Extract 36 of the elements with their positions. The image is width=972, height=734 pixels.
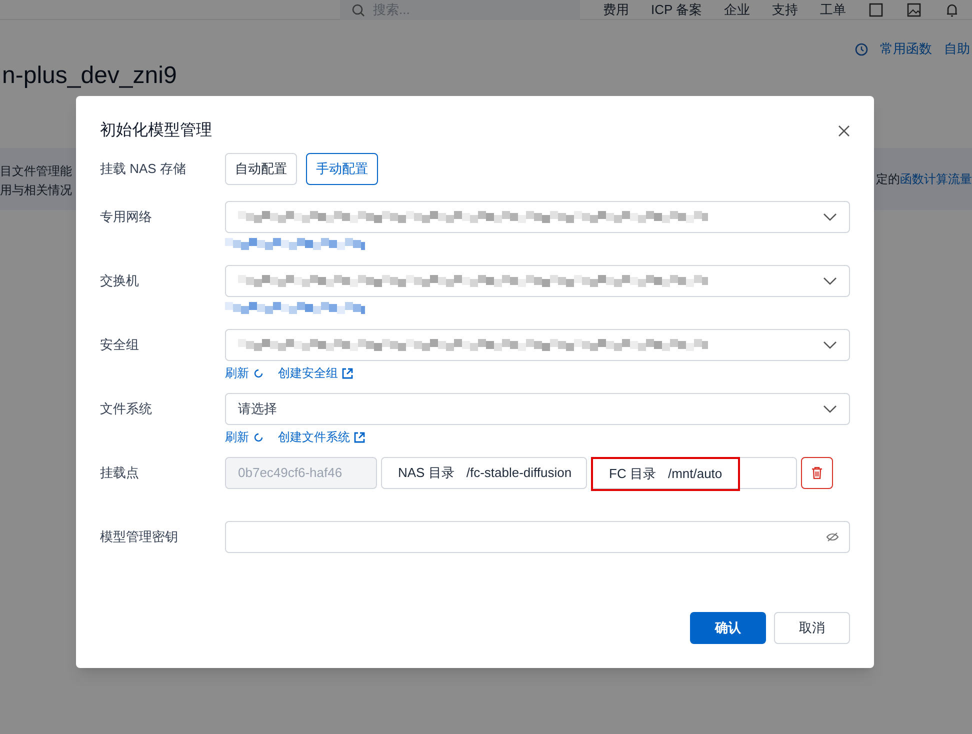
input-prefix: NAS 目录	[398, 464, 454, 482]
field-label: 挂载 NAS 存储	[100, 160, 187, 178]
input-field[interactable]: FC 目录 /mnt/auto	[591, 457, 797, 489]
input-prefix: FC 目录	[609, 465, 656, 484]
field-label: 挂载点	[100, 464, 140, 482]
input-field[interactable]: NAS 目录 /fc-stable-diffusion	[381, 457, 587, 489]
field-label: 专用网络	[100, 208, 153, 226]
banner-text: 用与相关情况	[0, 182, 72, 199]
link[interactable]: 创建安全组	[278, 364, 353, 382]
link[interactable]: 创建文件系统	[278, 428, 365, 446]
field-label: 安全组	[100, 336, 140, 354]
option-button[interactable]: 手动配置	[306, 153, 378, 185]
nav-link[interactable]: 支持	[772, 0, 798, 20]
header-link[interactable]: 常用函数	[880, 39, 932, 59]
input-value: /fc-stable-diffusion	[466, 464, 572, 482]
page-title: n-plus_dev_zni9	[2, 61, 177, 91]
link[interactable]: 刷新	[225, 364, 264, 382]
input-field: 0b7ec49cf6-haf46	[225, 457, 377, 489]
banner-text: 目文件管理能	[0, 163, 72, 180]
field-label: 交换机	[100, 272, 140, 290]
select-field[interactable]: 请选择	[225, 393, 850, 425]
header-link[interactable]: 自助	[944, 39, 970, 59]
nav-link[interactable]: 工单	[820, 0, 846, 20]
banner-text: 定的	[876, 171, 900, 188]
nav-link[interactable]: 费用	[603, 0, 629, 20]
field-label: 文件系统	[100, 400, 153, 418]
nav-link[interactable]: 企业	[724, 0, 750, 20]
banner-link[interactable]: 函数计算流量	[900, 170, 972, 188]
dialog-title: 初始化模型管理	[100, 120, 212, 141]
cancel-button[interactable]: 取消	[774, 612, 850, 644]
link[interactable]: 刷新	[225, 428, 264, 446]
nav-link[interactable]: ICP 备案	[651, 0, 702, 20]
confirm-button[interactable]: 确认	[690, 612, 766, 644]
option-button[interactable]: 自动配置	[225, 153, 297, 185]
field-label: 模型管理密钥	[100, 528, 179, 546]
input-value: /mnt/auto	[668, 465, 722, 484]
